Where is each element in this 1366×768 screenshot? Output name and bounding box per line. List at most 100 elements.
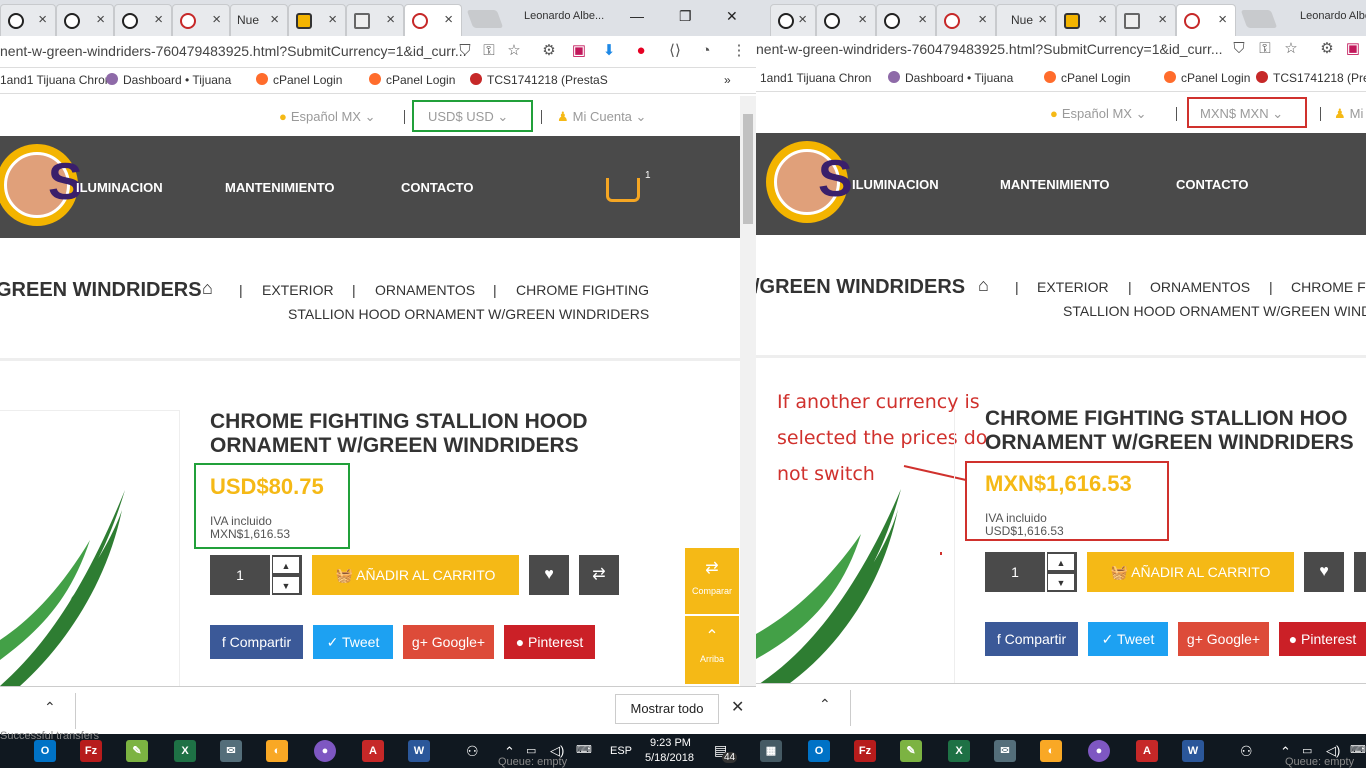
bookmark-item[interactable]: TCS1741218 (PrestaS: [1256, 71, 1366, 85]
address-bar[interactable]: nent-w-green-windriders-760479483925.htm…: [0, 36, 756, 68]
breadcrumb-ornamentos[interactable]: ORNAMENTOS: [375, 282, 475, 298]
restore-icon[interactable]: ❐: [679, 8, 692, 25]
profile-name[interactable]: Leonardo Albe...: [1300, 10, 1366, 22]
browser-tab-active[interactable]: ×: [404, 4, 462, 36]
new-tab-button[interactable]: [466, 10, 504, 28]
outlook-icon[interactable]: O: [34, 740, 56, 762]
browser-tab[interactable]: ×: [936, 4, 996, 36]
browser-tab[interactable]: ×: [816, 4, 876, 36]
currency-selector[interactable]: MXN$ MXN ⌄: [1200, 106, 1283, 122]
back-to-top-button[interactable]: ⌃ Arriba: [685, 616, 739, 684]
browser-tab[interactable]: ×: [1116, 4, 1176, 36]
close-tab-icon[interactable]: ×: [96, 11, 105, 28]
menu-icon[interactable]: ⋮: [730, 42, 748, 60]
language-selector[interactable]: ● Español MX ⌄: [279, 109, 375, 125]
nav-item-mantenimiento[interactable]: MANTENIMIENTO: [1000, 177, 1110, 192]
clock-time[interactable]: 9:23 PM: [650, 737, 691, 749]
google-plus-button[interactable]: g+ Google+: [1178, 622, 1269, 656]
wishlist-heart-icon[interactable]: ♥: [1304, 552, 1344, 592]
address-bar[interactable]: nent-w-green-windriders-760479483925.htm…: [756, 36, 1366, 68]
tweet-button[interactable]: ✓ Tweet: [313, 625, 393, 659]
close-tab-icon[interactable]: ×: [212, 11, 221, 28]
bookmark-item[interactable]: TCS1741218 (PrestaS: [470, 73, 608, 87]
browser-tab[interactable]: ×: [876, 4, 936, 36]
people-icon[interactable]: ⚇: [466, 743, 479, 760]
nav-item-contacto[interactable]: CONTACTO: [1176, 177, 1248, 192]
wishlist-heart-icon[interactable]: ♥: [529, 555, 569, 595]
key-icon[interactable]: ⚿: [480, 42, 498, 60]
product-image-wing[interactable]: [0, 480, 130, 686]
compare-icon[interactable]: ⇄: [579, 555, 619, 595]
bookmark-item[interactable]: cPanel Login: [1044, 71, 1130, 85]
extension-icon[interactable]: ▣: [570, 42, 588, 60]
facebook-share-button[interactable]: f Compartir: [985, 622, 1078, 656]
extension-icon[interactable]: ◔: [697, 42, 715, 60]
close-tab-icon[interactable]: ×: [1158, 11, 1167, 28]
close-tab-icon[interactable]: ×: [858, 11, 867, 28]
pinterest-button[interactable]: ● Pinterest: [1279, 622, 1366, 656]
nav-item-mantenimiento[interactable]: MANTENIMIENTO: [225, 180, 335, 195]
chevron-up-icon[interactable]: ⌃: [44, 699, 56, 716]
compare-side-button[interactable]: ⇄ Comparar: [685, 548, 739, 614]
close-tab-icon[interactable]: ×: [328, 11, 337, 28]
browser-tab[interactable]: ×: [346, 4, 404, 36]
paint3d-icon[interactable]: ●: [1088, 740, 1110, 762]
close-window-icon[interactable]: ✕: [726, 8, 738, 25]
mail-icon[interactable]: ✉: [994, 740, 1016, 762]
home-icon[interactable]: ⌂: [978, 275, 989, 296]
bookmark-item[interactable]: cPanel Login: [256, 73, 342, 87]
account-menu[interactable]: ♟ Mi Cuenta ⌄: [557, 109, 646, 125]
browser-tab[interactable]: ×: [1056, 4, 1116, 36]
compare-icon[interactable]: [1354, 552, 1366, 592]
cart-icon[interactable]: [606, 178, 640, 202]
close-tab-icon[interactable]: ×: [918, 11, 927, 28]
browser-tab[interactable]: ×: [172, 4, 230, 36]
add-to-cart-button[interactable]: 🧺 AÑADIR AL CARRITO: [1087, 552, 1294, 592]
scrollbar[interactable]: [740, 96, 756, 686]
close-tab-icon[interactable]: ×: [1218, 11, 1227, 28]
excel-icon[interactable]: X: [948, 740, 970, 762]
mail-icon[interactable]: ✉: [220, 740, 242, 762]
tweet-button[interactable]: ✓ Tweet: [1088, 622, 1168, 656]
notepad-icon[interactable]: ✎: [900, 740, 922, 762]
new-tab-button[interactable]: [1240, 10, 1278, 28]
more-bookmarks-icon[interactable]: »: [724, 73, 731, 87]
bookmark-item[interactable]: Dashboard • Tijuana: [106, 73, 231, 87]
shield-icon[interactable]: ⛉: [1230, 40, 1248, 58]
shield-icon[interactable]: ⛉: [456, 42, 474, 60]
language-selector[interactable]: ● Español MX ⌄: [1050, 106, 1146, 122]
input-language[interactable]: ESP: [610, 745, 632, 757]
close-tab-icon[interactable]: ×: [798, 11, 807, 28]
notepad-icon[interactable]: ✎: [126, 740, 148, 762]
close-tab-icon[interactable]: ×: [154, 11, 163, 28]
bookmark-item[interactable]: 1and1 Tijuana Chron: [760, 71, 871, 85]
breadcrumb-exterior[interactable]: EXTERIOR: [262, 282, 334, 298]
product-image-wing[interactable]: [756, 484, 906, 686]
close-tab-icon[interactable]: ×: [386, 11, 395, 28]
nav-item-iluminacion[interactable]: ILUMINACION: [852, 177, 939, 192]
calculator-icon[interactable]: ▦: [760, 740, 782, 762]
minimize-icon[interactable]: —: [630, 8, 644, 24]
bookmark-item[interactable]: 1and1 Tijuana Chron: [0, 73, 111, 87]
extension-icon[interactable]: ⚙: [1318, 40, 1336, 58]
bookmark-item[interactable]: Dashboard • Tijuana: [888, 71, 1013, 85]
profile-name[interactable]: Leonardo Albe...: [524, 10, 604, 22]
pinterest-button[interactable]: ● Pinterest: [504, 625, 595, 659]
chevron-up-icon[interactable]: ⌃: [819, 696, 831, 713]
facebook-share-button[interactable]: f Compartir: [210, 625, 303, 659]
browser-tab-active[interactable]: ×: [1176, 4, 1236, 36]
keyboard-icon[interactable]: ⌨: [1350, 743, 1366, 756]
close-tab-icon[interactable]: ×: [444, 11, 453, 28]
home-icon[interactable]: ⌂: [202, 278, 213, 299]
increase-icon[interactable]: ▲: [1047, 553, 1075, 571]
filezilla-icon[interactable]: Fz: [854, 740, 876, 762]
store-logo[interactable]: S: [766, 141, 853, 223]
word-icon[interactable]: W: [408, 740, 430, 762]
show-all-downloads-button[interactable]: Mostrar todo: [615, 694, 719, 724]
url-text[interactable]: nent-w-green-windriders-760479483925.htm…: [0, 43, 467, 59]
bookmark-item[interactable]: cPanel Login: [369, 73, 455, 87]
browser-tab[interactable]: ×: [0, 4, 56, 36]
outlook-icon[interactable]: O: [808, 740, 830, 762]
excel-icon[interactable]: X: [174, 740, 196, 762]
download-icon[interactable]: ⬇: [600, 42, 618, 60]
